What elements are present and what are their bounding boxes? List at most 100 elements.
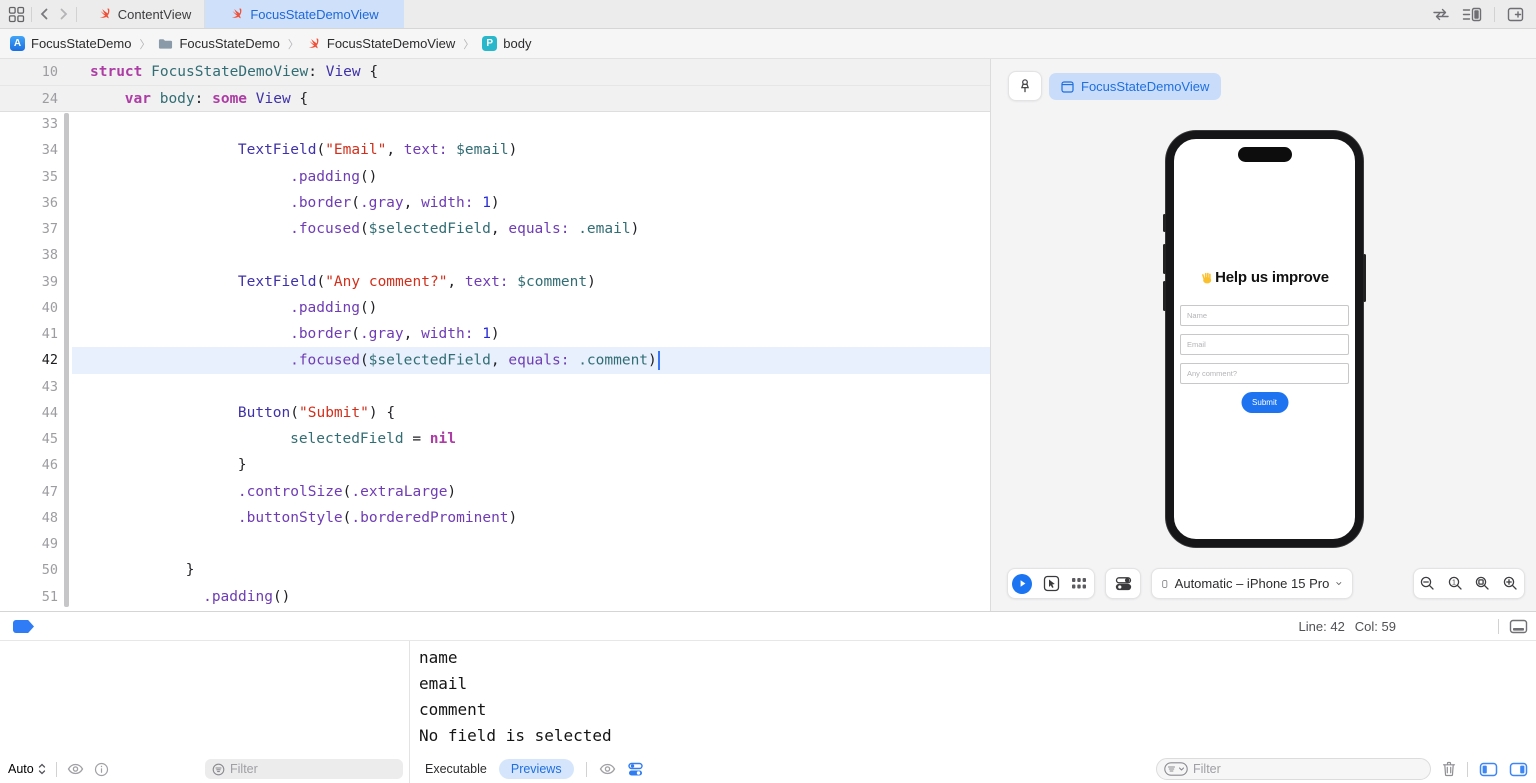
line-number[interactable]: 36 — [0, 195, 58, 211]
submit-button[interactable]: Submit — [1241, 392, 1288, 413]
output-filter-toggles-icon[interactable] — [628, 762, 643, 777]
related-items-icon[interactable] — [8, 6, 25, 23]
code-line-39[interactable]: 39TextField("Any comment?", text: $comme… — [0, 269, 990, 295]
code-content: .focused($selectedField, equals: .email) — [58, 221, 639, 237]
line-number[interactable]: 24 — [0, 91, 58, 107]
phone-textfield-name[interactable] — [1180, 305, 1349, 326]
code-line-24[interactable]: 24var body: some View { — [0, 85, 990, 111]
variables-view[interactable] — [0, 641, 410, 755]
code-line-50[interactable]: 50} — [0, 557, 990, 583]
zoom-fit-button[interactable] — [1469, 575, 1497, 592]
line-number[interactable]: 46 — [0, 457, 58, 473]
breadcrumb-symbol[interactable]: P body — [482, 36, 531, 51]
breadcrumb-file[interactable]: FocusStateDemoView — [307, 36, 455, 51]
code-line-41[interactable]: 41.border(.gray, width: 1) — [0, 321, 990, 347]
line-number[interactable]: 37 — [0, 221, 58, 237]
tab-focusstatedemoview[interactable]: FocusStateDemoView — [205, 0, 404, 28]
code-line-35[interactable]: 35.padding() — [0, 164, 990, 190]
breakpoints-toggle[interactable] — [13, 620, 34, 633]
quicklook-icon[interactable] — [67, 763, 84, 775]
line-number[interactable]: 51 — [0, 589, 58, 605]
variants-mode-button[interactable] — [1065, 577, 1094, 590]
previews-scope-button[interactable]: Previews — [499, 759, 574, 779]
clear-console-button[interactable] — [1442, 761, 1456, 777]
device-settings-group — [1105, 568, 1141, 599]
line-number[interactable]: 41 — [0, 326, 58, 342]
code-line-37[interactable]: 37.focused($selectedField, equals: .emai… — [0, 216, 990, 242]
code-line-42[interactable]: 42.focused($selectedField, equals: .comm… — [0, 347, 990, 373]
line-number[interactable]: 49 — [0, 536, 58, 552]
code-line-43[interactable]: 43 — [0, 374, 990, 400]
swift-icon — [230, 7, 244, 21]
column-indicator: Col: 59 — [1355, 619, 1396, 634]
hide-debug-area-button[interactable] — [1509, 619, 1528, 634]
code-line-44[interactable]: 44Button("Submit") { — [0, 400, 990, 426]
code-line-36[interactable]: 36.border(.gray, width: 1) — [0, 190, 990, 216]
line-number[interactable]: 44 — [0, 405, 58, 421]
preview-device-selector[interactable]: Automatic – iPhone 15 Pro — [1151, 568, 1353, 599]
variables-filter-field[interactable] — [205, 759, 403, 779]
zoom-in-button[interactable] — [1497, 575, 1525, 592]
phone-textfield-email[interactable] — [1180, 334, 1349, 355]
code-line-45[interactable]: 45selectedField = nil — [0, 426, 990, 452]
line-number[interactable]: 45 — [0, 431, 58, 447]
line-number[interactable]: 47 — [0, 484, 58, 500]
tab-contentview[interactable]: ContentView — [85, 0, 205, 28]
preview-target-pill[interactable]: FocusStateDemoView — [1049, 73, 1221, 100]
code-line-48[interactable]: 48.buttonStyle(.borderedProminent) — [0, 505, 990, 531]
navigate-back-icon[interactable] — [38, 7, 51, 21]
show-console-toggle[interactable] — [1509, 762, 1528, 777]
line-number[interactable]: 50 — [0, 562, 58, 578]
zoom-100-button[interactable]: 1 — [1442, 575, 1470, 592]
code-content: .padding() — [58, 589, 290, 605]
variables-filter-input[interactable] — [230, 762, 380, 776]
breadcrumb-group[interactable]: FocusStateDemo — [158, 36, 279, 51]
code-line-38[interactable]: 38 — [0, 242, 990, 268]
code-content: .border(.gray, width: 1) — [58, 195, 500, 211]
code-line-40[interactable]: 40.padding() — [0, 295, 990, 321]
console-filter-field[interactable] — [1156, 758, 1431, 780]
breadcrumb-project[interactable]: A FocusStateDemo — [10, 36, 131, 51]
line-number[interactable]: 48 — [0, 510, 58, 526]
line-number[interactable]: 33 — [0, 116, 58, 132]
code-line-34[interactable]: 34TextField("Email", text: $email) — [0, 137, 990, 163]
line-number[interactable]: 10 — [0, 64, 58, 80]
editor-options-icon[interactable] — [1462, 7, 1482, 22]
tab-label: ContentView — [118, 7, 191, 22]
swap-editors-icon[interactable] — [1432, 7, 1450, 22]
code-line-49[interactable]: 49 — [0, 531, 990, 557]
executable-scope-button[interactable]: Executable — [425, 762, 487, 776]
code-content: } — [58, 562, 194, 578]
line-number[interactable]: 42 — [0, 352, 58, 368]
code-scroll-area[interactable]: 3334TextField("Email", text: $email)35.p… — [0, 111, 990, 610]
preview-pin-button[interactable] — [1008, 71, 1042, 101]
line-number[interactable]: 43 — [0, 379, 58, 395]
line-indicator: Line: 42 — [1299, 619, 1345, 634]
code-content: Button("Submit") { — [58, 405, 395, 421]
navigate-forward-icon[interactable] — [57, 7, 70, 21]
info-icon[interactable] — [94, 762, 109, 777]
console-output[interactable]: nameemailcommentNo field is selected — [411, 641, 1536, 755]
variables-scope-popup[interactable]: Auto — [8, 762, 46, 776]
line-number[interactable]: 39 — [0, 274, 58, 290]
code-line-33[interactable]: 33 — [0, 111, 990, 137]
console-quicklook-icon[interactable] — [599, 763, 616, 775]
phone-textfield-any-comment-[interactable] — [1180, 363, 1349, 384]
line-number[interactable]: 34 — [0, 142, 58, 158]
code-line-10[interactable]: 10struct FocusStateDemoView: View { — [0, 59, 990, 85]
code-line-46[interactable]: 46} — [0, 452, 990, 478]
line-number[interactable]: 40 — [0, 300, 58, 316]
show-variables-view-toggle[interactable] — [1479, 762, 1498, 777]
code-line-47[interactable]: 47.controlSize(.extraLarge) — [0, 479, 990, 505]
selectable-mode-button[interactable] — [1037, 575, 1066, 592]
code-line-51[interactable]: 51.padding() — [0, 584, 990, 610]
device-settings-button[interactable] — [1106, 576, 1140, 591]
code-content: var body: some View { — [58, 91, 308, 107]
live-preview-button[interactable] — [1008, 574, 1037, 594]
source-editor[interactable]: 10struct FocusStateDemoView: View {24var… — [0, 59, 990, 611]
zoom-out-button[interactable] — [1414, 575, 1442, 592]
console-filter-input[interactable] — [1193, 762, 1403, 776]
add-editor-icon[interactable] — [1507, 7, 1524, 22]
line-number[interactable]: 38 — [0, 247, 58, 263]
line-number[interactable]: 35 — [0, 169, 58, 185]
